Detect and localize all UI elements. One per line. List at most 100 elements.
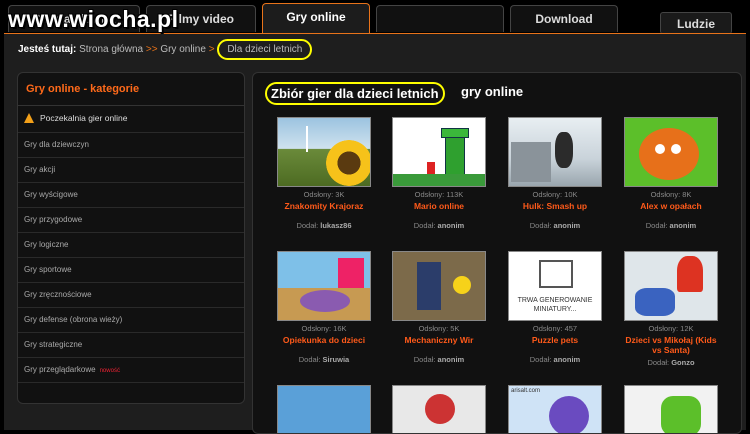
- tab-download[interactable]: Download: [510, 5, 618, 32]
- game-thumbnail[interactable]: [392, 117, 486, 187]
- sidebar-item-sports[interactable]: Gry sportowe: [18, 258, 244, 283]
- sidebar-item-arcade[interactable]: Gry zręcznościowe: [18, 283, 244, 308]
- eye-icon: [655, 144, 665, 154]
- added-label: Dodał:: [529, 355, 552, 364]
- game-author: Dodał: anonim: [389, 221, 489, 230]
- game-author: Dodał: anonim: [389, 355, 489, 364]
- ground-icon: [393, 174, 485, 186]
- sidebar-item-girls[interactable]: Gry dla dziewczyn: [18, 133, 244, 158]
- tab-people[interactable]: Ludzie: [660, 12, 732, 34]
- game-card[interactable]: Odsłony: 10K Hulk: Smash up Dodał: anoni…: [505, 117, 605, 230]
- breadcrumb-home[interactable]: Strona główna: [79, 44, 143, 55]
- shelf-icon: [338, 258, 364, 288]
- game-views: Odsłony: 457: [532, 324, 578, 333]
- game-card[interactable]: Odsłony: 8K Alex w opałach Dodał: anonim: [621, 117, 721, 230]
- added-label: Dodał:: [296, 221, 319, 230]
- game-card[interactable]: Odsłony: 12K Dzieci vs Mikołaj (Kids vs …: [621, 251, 721, 367]
- windmill-icon: [306, 126, 308, 152]
- author-name[interactable]: anonim: [554, 221, 581, 230]
- game-thumbnail[interactable]: [277, 117, 371, 187]
- breadcrumb-separator-2: >: [208, 44, 215, 55]
- new-badge: nowość: [99, 368, 120, 374]
- breadcrumb-prefix: Jesteś tutaj:: [18, 44, 77, 55]
- game-title[interactable]: Dzieci vs Mikołaj (Kids vs Santa): [621, 335, 721, 355]
- game-views: Odsłony: 3K: [303, 190, 345, 199]
- game-thumbnail[interactable]: [392, 385, 486, 433]
- game-views: Odsłony: 10K: [532, 190, 578, 199]
- game-title[interactable]: Opiekunka do dzieci: [274, 335, 374, 345]
- added-label: Dodał:: [413, 355, 436, 364]
- game-thumbnail[interactable]: TRWA GENEROWANIE MINIATURY...: [508, 251, 602, 321]
- game-views: Odsłony: 8K: [650, 190, 692, 199]
- author-name[interactable]: Siruwia: [323, 355, 350, 364]
- game-title[interactable]: Mario online: [389, 201, 489, 211]
- thumbnail-placeholder-text: TRWA GENEROWANIE MINIATURY...: [517, 297, 593, 313]
- sidebar-item-defense[interactable]: Gry defense (obrona wieży): [18, 308, 244, 333]
- game-card[interactable]: Odsłony: 113K Mario online Dodał: anonim: [389, 117, 489, 230]
- sidebar-item-action[interactable]: Gry akcji: [18, 158, 244, 183]
- sidebar-item-logic[interactable]: Gry logiczne: [18, 233, 244, 258]
- tab-games-online[interactable]: Gry online: [262, 3, 370, 33]
- sidebar-item-browser[interactable]: Gry przeglądarkowe nowość: [18, 358, 244, 383]
- game-author: Dodał: lukasz86: [274, 221, 374, 230]
- page-title-suffix: gry online: [461, 84, 524, 99]
- breadcrumb: Jesteś tutaj: Strona główna >> Gry onlin…: [18, 39, 313, 60]
- game-thumbnail[interactable]: [624, 251, 718, 321]
- hedgehog-icon: [639, 128, 699, 180]
- game-thumbnail[interactable]: [624, 385, 718, 433]
- placeholder-frame-icon: [539, 260, 573, 288]
- categories-sidebar: Gry online - kategorie Poczekalnia gier …: [17, 72, 245, 404]
- content-wrapper: Jesteś tutaj: Strona główna >> Gry onlin…: [4, 33, 746, 434]
- game-card[interactable]: Odsłony: 3K Znakomity Krajoraz Dodał: lu…: [274, 117, 374, 230]
- sidebar-item-adventure[interactable]: Gry przygodowe: [18, 208, 244, 233]
- added-label: Dodał:: [645, 221, 668, 230]
- game-card[interactable]: Odsłony: 5K Mechaniczny Wir Dodał: anoni…: [389, 251, 489, 364]
- tab-empty[interactable]: [376, 5, 504, 32]
- santa-icon: [677, 256, 703, 292]
- game-views: Odsłony: 16K: [301, 324, 347, 333]
- breadcrumb-section[interactable]: Gry online: [160, 44, 206, 55]
- game-card[interactable]: arisalt.com: [505, 385, 605, 433]
- game-views: Odsłony: 12K: [648, 324, 694, 333]
- game-title[interactable]: Puzzle pets: [505, 335, 605, 345]
- game-title[interactable]: Mechaniczny Wir: [389, 335, 489, 345]
- game-thumbnail[interactable]: [277, 385, 371, 433]
- sidebar-item-waiting-room[interactable]: Poczekalnia gier online: [18, 106, 244, 133]
- added-label: Dodał:: [529, 221, 552, 230]
- author-name[interactable]: Gonzo: [671, 358, 694, 367]
- eye-icon: [671, 144, 681, 154]
- author-name[interactable]: lukasz86: [320, 221, 351, 230]
- game-card[interactable]: [389, 385, 489, 433]
- game-author: Dodał: Siruwia: [274, 355, 374, 364]
- author-name[interactable]: anonim: [554, 355, 581, 364]
- sidebar-title: Gry online - kategorie: [18, 73, 244, 106]
- author-name[interactable]: anonim: [438, 221, 465, 230]
- game-card[interactable]: Odsłony: 16K Opiekunka do dzieci Dodał: …: [274, 251, 374, 364]
- game-title[interactable]: Hulk: Smash up: [505, 201, 605, 211]
- sunflower-icon: [326, 140, 370, 186]
- game-card[interactable]: [274, 385, 374, 433]
- game-thumbnail[interactable]: arisalt.com: [508, 385, 602, 433]
- sidebar-item-racing[interactable]: Gry wyścigowe: [18, 183, 244, 208]
- added-label: Dodał:: [413, 221, 436, 230]
- game-thumbnail[interactable]: [624, 117, 718, 187]
- game-title[interactable]: Znakomity Krajoraz: [274, 201, 374, 211]
- game-views: Odsłony: 5K: [418, 324, 460, 333]
- author-name[interactable]: anonim: [438, 355, 465, 364]
- game-card[interactable]: [621, 385, 721, 433]
- site-label: arisalt.com: [511, 388, 541, 394]
- sidebar-item-label: Poczekalnia gier online: [40, 113, 128, 123]
- kids-icon: [635, 288, 675, 316]
- game-author: Dodał: anonim: [505, 221, 605, 230]
- game-thumbnail[interactable]: [392, 251, 486, 321]
- added-label: Dodał:: [647, 358, 670, 367]
- game-thumbnail[interactable]: [277, 251, 371, 321]
- author-name[interactable]: anonim: [670, 221, 697, 230]
- game-title[interactable]: Alex w opałach: [621, 201, 721, 211]
- games-panel: Zbiór gier dla dzieci letnich gry online…: [252, 72, 742, 434]
- sidebar-item-label: Gry przeglądarkowe: [24, 365, 96, 374]
- rug-icon: [300, 290, 350, 312]
- game-thumbnail[interactable]: [508, 117, 602, 187]
- game-card[interactable]: TRWA GENEROWANIE MINIATURY... Odsłony: 4…: [505, 251, 605, 364]
- sidebar-item-strategy[interactable]: Gry strategiczne: [18, 333, 244, 358]
